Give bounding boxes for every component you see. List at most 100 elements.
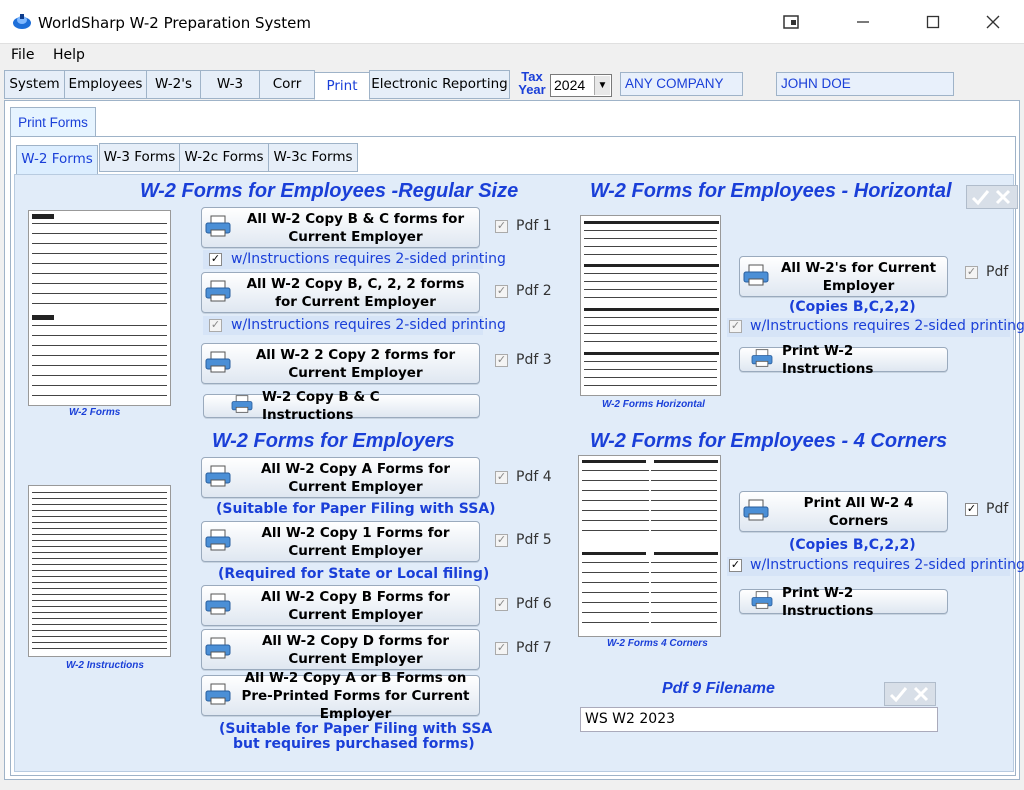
printer-icon: [204, 592, 234, 620]
corners-instr-label: w/Instructions requires 2-sided printing: [750, 557, 1024, 573]
tab-w3-forms[interactable]: W-3 Forms: [99, 143, 180, 172]
horizontal-instr-checkbox[interactable]: ✓: [729, 320, 742, 333]
tab-w2-forms[interactable]: W-2 Forms: [16, 145, 98, 175]
pdf1-label: Pdf 1: [516, 218, 552, 234]
print-copy-2-label: All W-2 2 Copy 2 forms for Current Emplo…: [255, 346, 456, 381]
instr2-label: w/Instructions requires 2-sided printing: [231, 317, 506, 333]
print-horizontal-instructions-button[interactable]: Print W-2 Instructions: [739, 343, 948, 377]
pdf4-label: Pdf 4: [516, 469, 552, 485]
menu-file[interactable]: File: [11, 47, 34, 63]
print-4corners-instructions-label: Print W-2 Instructions: [782, 584, 874, 619]
pdf7-label: Pdf 7: [516, 640, 552, 656]
w2-4corners-thumbnail: [578, 455, 721, 637]
print-copy-d-button[interactable]: All W-2 Copy D forms for Current Employe…: [201, 629, 480, 670]
pdf7-checkbox[interactable]: ✓: [495, 642, 508, 655]
pdf9-filename-input[interactable]: WS W2 2023: [580, 707, 938, 732]
printer-icon: [204, 682, 234, 710]
pdf5-label: Pdf 5: [516, 532, 552, 548]
printer-icon: [204, 350, 234, 378]
tab-employees[interactable]: Employees: [64, 70, 147, 99]
maximize-icon[interactable]: [910, 8, 956, 36]
copy-a-note: (Suitable for Paper Filing with SSA): [216, 501, 496, 517]
printer-icon: [742, 498, 772, 526]
printer-icon: [750, 590, 780, 614]
printer-icon: [204, 528, 234, 556]
w2-instructions-thumbnail: [28, 485, 171, 657]
pdf-4corners-checkbox[interactable]: ✓: [965, 503, 978, 516]
print-horizontal-label: All W-2's for Current Employer: [780, 259, 937, 294]
print-b-c-instructions-button[interactable]: W-2 Copy B & C Instructions: [203, 389, 480, 423]
tab-corr[interactable]: Corr: [259, 70, 315, 99]
print-copy-2-button[interactable]: All W-2 2 Copy 2 forms for Current Emplo…: [201, 343, 480, 384]
print-4corners-button[interactable]: Print All W-2 4 Corners: [739, 491, 948, 532]
app-icon[interactable]: [12, 12, 32, 32]
pdf6-label: Pdf 6: [516, 596, 552, 612]
w2-4corners-caption: W-2 Forms 4 Corners: [607, 638, 708, 649]
tab-w3[interactable]: W-3: [200, 70, 260, 99]
tab-electronic-reporting[interactable]: Electronic Reporting: [369, 70, 510, 99]
print-copy-1-button[interactable]: All W-2 Copy 1 Forms for Current Employe…: [201, 521, 480, 562]
check-x-icon: [971, 189, 1011, 206]
print-copy-b-button[interactable]: All W-2 Copy B Forms for Current Employe…: [201, 585, 480, 626]
preprinted-note-1: (Suitable for Paper Filing with SSA: [219, 721, 493, 737]
employers-heading: W-2 Forms for Employers: [212, 430, 455, 452]
pdf2-checkbox[interactable]: ✓: [495, 285, 508, 298]
tax-year-label: Tax Year: [518, 69, 546, 97]
check-x-icon: [889, 686, 929, 703]
w2-horizontal-thumbnail: [580, 215, 721, 396]
tab-w2c-forms[interactable]: W-2c Forms: [179, 143, 269, 172]
pdf4-checkbox[interactable]: ✓: [495, 471, 508, 484]
printer-icon: [204, 214, 234, 242]
pdf-4corners-label: Pdf: [986, 501, 1009, 517]
pdf3-checkbox[interactable]: ✓: [495, 354, 508, 367]
company-field: ANY COMPANY: [620, 72, 743, 96]
snap-icon[interactable]: [768, 8, 814, 36]
pdf-horizontal-label: Pdf: [986, 264, 1009, 280]
print-copy-b-c-button[interactable]: All W-2 Copy B & C forms for Current Emp…: [201, 207, 480, 248]
w2-forms-thumbnail: [28, 210, 171, 406]
tab-print[interactable]: Print: [314, 72, 370, 100]
instr2-checkbox[interactable]: ✓: [209, 319, 222, 332]
pdf3-label: Pdf 3: [516, 352, 552, 368]
print-copy-1-label: All W-2 Copy 1 Forms for Current Employe…: [261, 524, 450, 559]
corners-instr-checkbox[interactable]: ✓: [729, 559, 742, 572]
print-4corners-instructions-button[interactable]: Print W-2 Instructions: [739, 585, 948, 619]
employee-field: JOHN DOE: [776, 72, 954, 96]
print-b-c-instructions-label: W-2 Copy B & C Instructions: [262, 389, 380, 423]
minimize-icon[interactable]: [840, 8, 886, 36]
print-copy-b-c-2-2-button[interactable]: All W-2 Copy B, C, 2, 2 forms for Curren…: [201, 272, 480, 313]
printer-icon: [204, 279, 234, 307]
status-strip: [0, 781, 1024, 790]
print-copy-b-c-label: All W-2 Copy B & C forms for Current Emp…: [246, 210, 465, 245]
printer-icon: [742, 263, 772, 291]
tab-w3c-forms[interactable]: W-3c Forms: [268, 143, 358, 172]
print-copy-d-label: All W-2 Copy D forms for Current Employe…: [261, 632, 450, 667]
menu-bar: [0, 44, 1024, 68]
chevron-down-icon[interactable]: ▼: [594, 76, 610, 95]
pdf-horizontal-checkbox[interactable]: ✓: [965, 266, 978, 279]
w2-horizontal-caption: W-2 Forms Horizontal: [602, 399, 705, 410]
tab-w2s[interactable]: W-2's: [146, 70, 201, 99]
w2-instructions-caption: W-2 Instructions: [66, 660, 144, 671]
tax-year-value: 2024: [554, 77, 586, 93]
pdf9-ok-cancel[interactable]: [884, 682, 936, 706]
print-preprinted-button[interactable]: All W-2 Copy A or B Forms on Pre-Printed…: [201, 670, 480, 722]
pdf1-checkbox[interactable]: ✓: [495, 220, 508, 233]
print-preprinted-label: All W-2 Copy A or B Forms on Pre-Printed…: [241, 669, 470, 722]
tab-system[interactable]: System: [4, 70, 65, 99]
print-horizontal-button[interactable]: All W-2's for Current Employer: [739, 256, 948, 297]
print-horizontal-instructions-label: Print W-2 Instructions: [782, 342, 874, 377]
instr1-checkbox[interactable]: ✓: [209, 253, 222, 266]
printer-icon: [230, 394, 260, 418]
corners-heading: W-2 Forms for Employees - 4 Corners: [590, 430, 948, 452]
menu-help[interactable]: Help: [53, 47, 85, 63]
pdf5-checkbox[interactable]: ✓: [495, 534, 508, 547]
pdf9-label: Pdf 9 Filename: [662, 680, 775, 697]
tab-print-forms[interactable]: Print Forms: [10, 107, 96, 137]
print-copy-a-button[interactable]: All W-2 Copy A Forms for Current Employe…: [201, 457, 480, 498]
printer-icon: [204, 636, 234, 664]
close-icon[interactable]: [970, 8, 1016, 36]
w2-forms-caption: W-2 Forms: [69, 407, 121, 418]
print-4corners-label: Print All W-2 4 Corners: [803, 494, 914, 529]
pdf6-checkbox[interactable]: ✓: [495, 598, 508, 611]
